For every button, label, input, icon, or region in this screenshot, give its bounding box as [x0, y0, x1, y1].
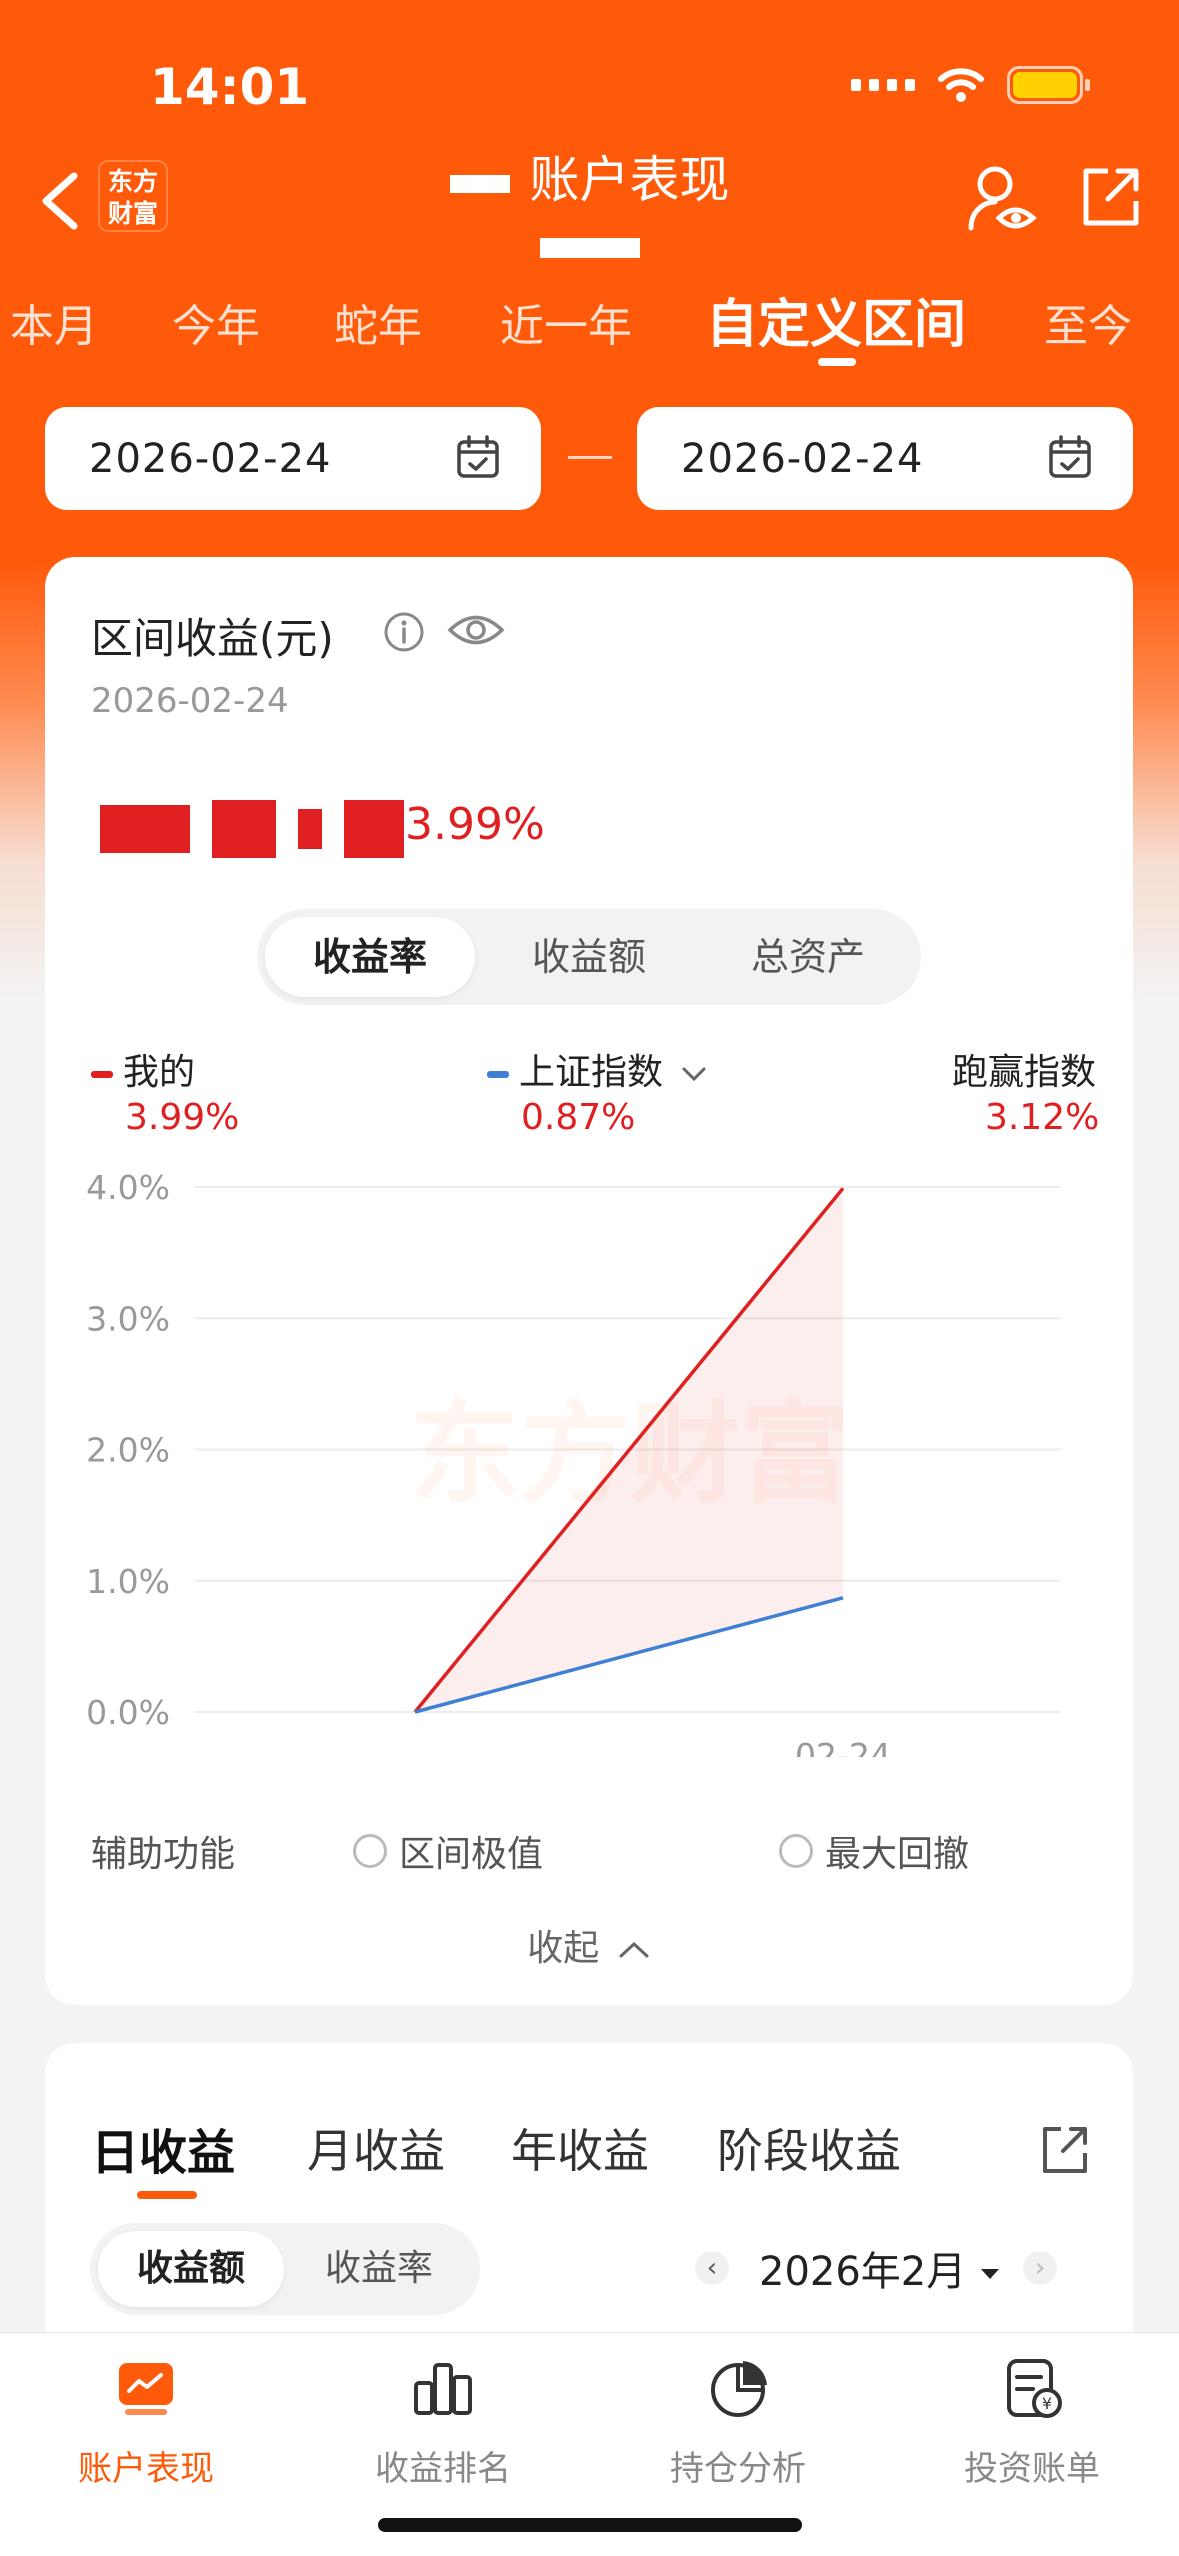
status-icons	[851, 66, 1090, 104]
month-navigator: ‹ 2026年2月 ›	[695, 2239, 1057, 2297]
bottom-tab-holdings-analysis[interactable]: 持仓分析	[628, 2353, 848, 2490]
start-date-value: 2026-02-24	[89, 435, 332, 482]
calendar-icon	[1049, 435, 1091, 478]
tab-income-amount[interactable]: 收益额	[98, 2231, 284, 2307]
tab-snake-year[interactable]: 蛇年	[334, 290, 422, 354]
max-drawdown-option[interactable]: 最大回撤	[779, 1825, 969, 1877]
share-icon[interactable]	[1078, 165, 1143, 230]
y-tick-label: 4.0%	[86, 1168, 170, 1207]
bill-icon: ¥	[1007, 2359, 1062, 2418]
tab-last-year[interactable]: 近一年	[500, 290, 632, 354]
y-tick-label: 3.0%	[86, 1299, 170, 1338]
watermark-logo: 东方财富	[410, 1390, 850, 1518]
battery-icon	[1007, 66, 1090, 104]
tab-yearly-income[interactable]: 年收益	[511, 2115, 649, 2181]
daily-tab-indicator	[137, 2191, 197, 2199]
caret-down-icon	[980, 2269, 999, 2279]
home-indicator	[378, 2518, 802, 2532]
active-tab-indicator	[818, 358, 856, 366]
pie-chart-icon	[711, 2361, 767, 2417]
trend-chart-icon	[119, 2363, 173, 2415]
tab-monthly-income[interactable]: 月收益	[307, 2115, 445, 2181]
end-date-value: 2026-02-24	[681, 435, 924, 482]
tab-custom-range[interactable]: 自定义区间	[706, 282, 966, 357]
tab-to-date[interactable]: 至今	[1044, 290, 1132, 354]
svg-text:¥: ¥	[1042, 2394, 1052, 2413]
tab-daily-income[interactable]: 日收益	[91, 2113, 235, 2183]
prev-month-button[interactable]: ‹	[695, 2251, 729, 2285]
range-return-card: 区间收益(元) 2026-02-24 3.99% 收益率 收益额 总资产 我的 …	[45, 557, 1133, 2005]
status-time: 14:01	[150, 58, 310, 116]
export-icon[interactable]	[1037, 2123, 1091, 2177]
cellular-signal-icon	[851, 79, 915, 91]
collapse-button[interactable]: 收起	[45, 1919, 1133, 1971]
income-segmented-control: 收益额 收益率	[90, 2223, 480, 2315]
tab-stage-income[interactable]: 阶段收益	[717, 2115, 901, 2181]
calendar-icon	[457, 435, 499, 478]
range-extreme-option[interactable]: 区间极值	[353, 1825, 543, 1877]
bottom-tab-income-ranking[interactable]: 收益排名	[333, 2353, 553, 2490]
bar-chart-icon	[414, 2363, 472, 2415]
date-range-separator	[568, 456, 612, 459]
account-visibility-icon[interactable]	[965, 162, 1040, 237]
return-line-chart: 0.0% 1.0% 2.0% 3.0% 4.0% 02-24 东方财富	[86, 1168, 1060, 1757]
tab-this-year[interactable]: 今年	[172, 290, 260, 354]
tab-income-rate[interactable]: 收益率	[286, 2231, 472, 2307]
next-month-button[interactable]: ›	[1022, 2251, 1057, 2285]
x-tick-label: 02-24	[795, 1736, 891, 1757]
aux-function-label: 辅助功能	[91, 1834, 236, 1875]
end-date-picker[interactable]: 2026-02-24	[637, 407, 1133, 510]
month-selector[interactable]: 2026年2月	[759, 2239, 1001, 2297]
redacted-account-id	[540, 238, 640, 258]
y-tick-label: 2.0%	[86, 1431, 170, 1470]
start-date-picker[interactable]: 2026-02-24	[45, 407, 541, 510]
wifi-icon	[937, 67, 985, 103]
bottom-tab-investment-bill[interactable]: ¥ 投资账单	[922, 2353, 1142, 2490]
chevron-up-icon	[619, 1941, 649, 1958]
redacted-account-name	[449, 174, 510, 193]
bottom-tab-account-performance[interactable]: 账户表现	[36, 2353, 256, 2490]
period-tabs: 本月 今年 蛇年 近一年 自定义区间 至今	[0, 290, 1179, 370]
y-tick-label: 1.0%	[86, 1562, 170, 1601]
y-tick-label: 0.0%	[86, 1693, 170, 1732]
tab-this-month[interactable]: 本月	[10, 290, 98, 354]
